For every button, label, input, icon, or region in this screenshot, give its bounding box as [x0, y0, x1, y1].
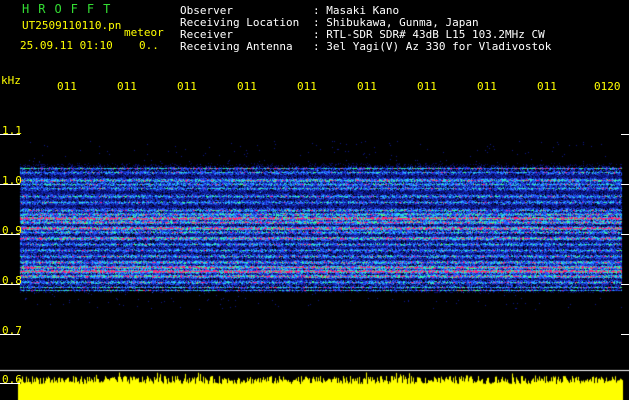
x-tick: 011	[357, 80, 377, 93]
x-tick: 011	[297, 80, 317, 93]
x-tick: 011	[237, 80, 257, 93]
file-name: UT2509110110.pn	[22, 19, 122, 32]
x-tick: 011	[477, 80, 497, 93]
y-gridmark	[0, 134, 20, 135]
y-gridmark	[0, 184, 20, 185]
date-time-suffix: 0..	[139, 39, 159, 52]
location-value: : Shibukawa, Gunma, Japan	[313, 16, 479, 29]
location-label: Receiving Location	[180, 16, 300, 29]
hrofft-window: HROFFT UT2509110110.pn meteor 25.09.11 0…	[0, 0, 629, 400]
receiver-label: Receiver	[180, 28, 233, 41]
y-gridmark-right	[621, 134, 629, 135]
y-gridmark	[0, 234, 20, 235]
y-gridmark-right	[621, 334, 629, 335]
x-tick: 011	[417, 80, 437, 93]
y-gridmark-right	[621, 234, 629, 235]
date-time: 25.09.11 01:10	[20, 39, 113, 52]
x-tick: 011	[57, 80, 77, 93]
antenna-value: : 3el Yagi(V) Az 330 for Vladivostok	[313, 40, 552, 53]
y-gridmark-right	[621, 284, 629, 285]
y-gridmark	[0, 284, 20, 285]
spectrogram-canvas	[0, 0, 629, 400]
x-tick: 011	[117, 80, 137, 93]
x-tick: 011	[537, 80, 557, 93]
x-tick: 011	[177, 80, 197, 93]
y-gridmark	[0, 383, 20, 384]
observer-label: Observer	[180, 4, 233, 17]
antenna-label: Receiving Antenna	[180, 40, 293, 53]
x-tick: 0120	[594, 80, 621, 93]
observer-value: : Masaki Kano	[313, 4, 400, 17]
y-gridmark	[0, 334, 20, 335]
meteor-label: meteor	[124, 26, 164, 39]
app-brand: HROFFT	[22, 2, 120, 16]
axis-unit: kHz	[1, 74, 21, 87]
y-gridmark-right	[621, 184, 629, 185]
receiver-value: : RTL-SDR SDR# 43dB L15 103.2MHz CW	[313, 28, 545, 41]
